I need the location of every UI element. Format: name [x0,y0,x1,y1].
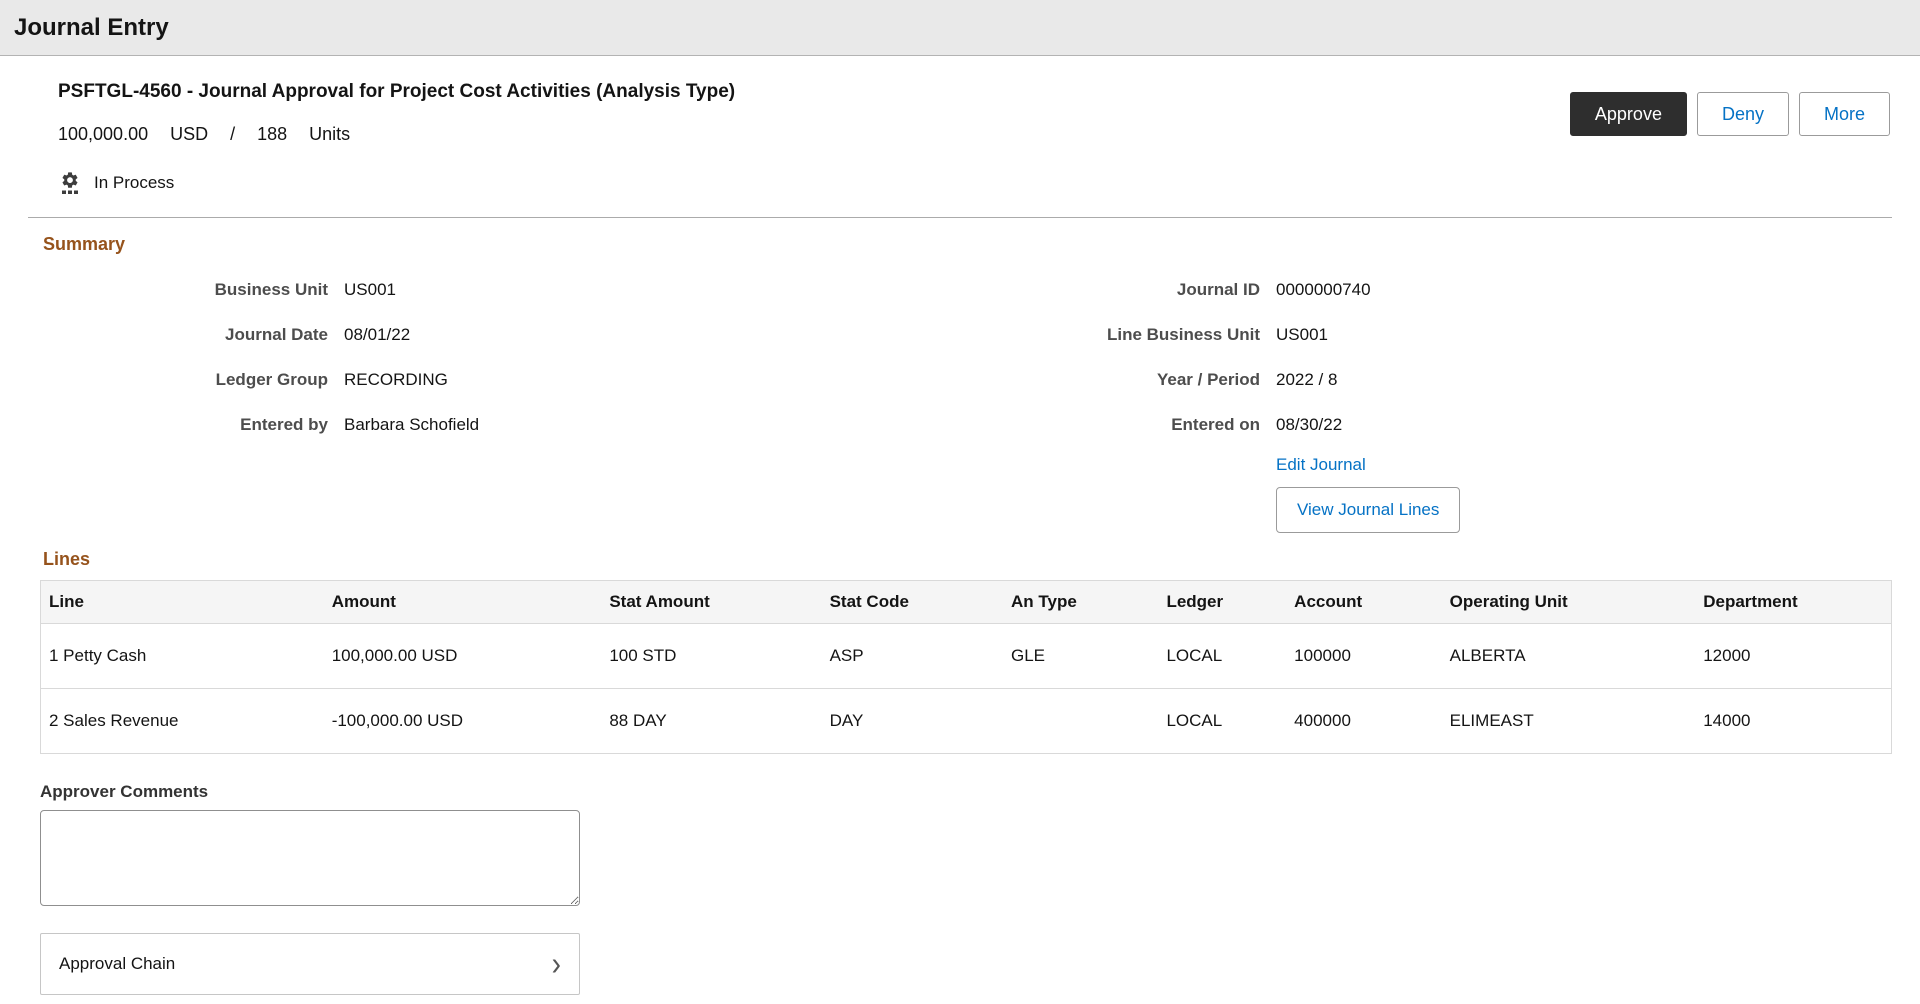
cell-ledger: LOCAL [1158,624,1286,689]
banner-actions: Approve Deny More [1570,92,1890,136]
banner-divider [28,217,1892,218]
currency-code: USD [170,124,208,145]
edit-journal-row: Edit Journal [960,447,1892,483]
amount-row: 100,000.00 USD / 188 Units [58,124,735,145]
field-business-unit: Business Unit US001 [28,267,960,312]
table-row: 1 Petty Cash 100,000.00 USD 100 STD ASP … [41,624,1892,689]
chevron-right-icon: › [552,947,561,981]
approve-button[interactable]: Approve [1570,92,1687,136]
field-line-business-unit: Line Business Unit US001 [960,312,1892,357]
column-header-stat-code: Stat Code [822,581,1003,624]
column-header-department: Department [1695,581,1891,624]
cell-department: 14000 [1695,689,1891,754]
table-header-row: Line Amount Stat Amount Stat Code An Typ… [41,581,1892,624]
field-label: Line Business Unit [960,325,1260,345]
column-header-an-type: An Type [1003,581,1158,624]
field-entered-by: Entered by Barbara Schofield [28,402,960,447]
cell-stat-amount: 100 STD [601,624,821,689]
field-value: RECORDING [344,370,960,390]
column-header-ledger: Ledger [1158,581,1286,624]
lines-section: Lines Line Amount Stat Amount Stat Code … [28,549,1892,754]
content-wrapper: PSFTGL-4560 - Journal Approval for Proje… [28,56,1892,995]
field-journal-date: Journal Date 08/01/22 [28,312,960,357]
cell-amount: -100,000.00 USD [324,689,602,754]
field-label: Ledger Group [28,370,328,390]
field-year-period: Year / Period 2022 / 8 [960,357,1892,402]
summary-grid: Business Unit US001 Journal Date 08/01/2… [28,267,1892,533]
column-header-account: Account [1286,581,1441,624]
cell-ledger: LOCAL [1158,689,1286,754]
column-header-amount: Amount [324,581,602,624]
cell-account: 400000 [1286,689,1441,754]
field-value: 08/30/22 [1276,415,1892,435]
view-journal-lines-button[interactable]: View Journal Lines [1276,487,1460,533]
amount-separator: / [230,124,235,145]
cell-department: 12000 [1695,624,1891,689]
field-label: Journal Date [28,325,328,345]
cell-line: 1 Petty Cash [41,624,324,689]
app-header: Journal Entry [0,0,1920,56]
lines-heading: Lines [43,549,1892,570]
cell-operating-unit: ELIMEAST [1442,689,1696,754]
table-row: 2 Sales Revenue -100,000.00 USD 88 DAY D… [41,689,1892,754]
field-label: Business Unit [28,280,328,300]
field-label: Journal ID [960,280,1260,300]
cell-stat-amount: 88 DAY [601,689,821,754]
approver-comments-input[interactable] [40,810,580,906]
field-ledger-group: Ledger Group RECORDING [28,357,960,402]
column-header-operating-unit: Operating Unit [1442,581,1696,624]
field-label: Year / Period [960,370,1260,390]
cell-an-type: GLE [1003,624,1158,689]
approval-banner: PSFTGL-4560 - Journal Approval for Proje… [28,56,1892,195]
summary-left-column: Business Unit US001 Journal Date 08/01/2… [28,267,960,533]
in-process-gear-icon [58,171,82,195]
transaction-title: PSFTGL-4560 - Journal Approval for Proje… [58,80,735,104]
field-value: 2022 / 8 [1276,370,1892,390]
units-label: Units [309,124,350,145]
column-header-line: Line [41,581,324,624]
summary-right-column: Journal ID 0000000740 Line Business Unit… [960,267,1892,533]
deny-button[interactable]: Deny [1697,92,1789,136]
edit-journal-link[interactable]: Edit Journal [1276,455,1892,475]
approval-chain-label: Approval Chain [59,954,175,974]
cell-an-type [1003,689,1158,754]
comments-block: Approver Comments Approval Chain › [40,782,1892,995]
approval-chain-button[interactable]: Approval Chain › [40,933,580,995]
more-button[interactable]: More [1799,92,1890,136]
units-value: 188 [257,124,287,145]
view-journal-lines-row: View Journal Lines [960,487,1892,533]
journal-lines-table: Line Amount Stat Amount Stat Code An Typ… [40,580,1892,754]
cell-amount: 100,000.00 USD [324,624,602,689]
field-value: US001 [1276,325,1892,345]
summary-heading: Summary [43,234,1892,255]
approver-comments-label: Approver Comments [40,782,1892,802]
banner-left: PSFTGL-4560 - Journal Approval for Proje… [58,80,735,195]
amount-value: 100,000.00 [58,124,148,145]
cell-stat-code: ASP [822,624,1003,689]
status-text: In Process [94,173,174,193]
column-header-stat-amount: Stat Amount [601,581,821,624]
field-value: Barbara Schofield [344,415,960,435]
field-label: Entered by [28,415,328,435]
cell-account: 100000 [1286,624,1441,689]
field-value: 0000000740 [1276,280,1892,300]
cell-line: 2 Sales Revenue [41,689,324,754]
field-label: Entered on [960,415,1260,435]
status-row: In Process [58,171,735,195]
field-value: 08/01/22 [344,325,960,345]
field-entered-on: Entered on 08/30/22 [960,402,1892,447]
field-journal-id: Journal ID 0000000740 [960,267,1892,312]
field-value: US001 [344,280,960,300]
cell-stat-code: DAY [822,689,1003,754]
page-title: Journal Entry [14,14,169,42]
cell-operating-unit: ALBERTA [1442,624,1696,689]
